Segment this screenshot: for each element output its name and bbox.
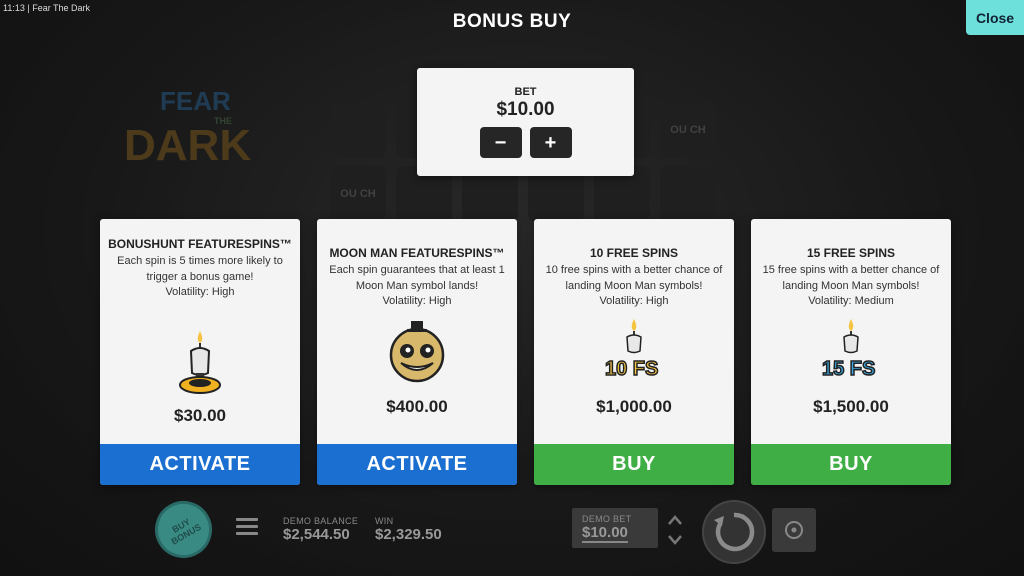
demo-balance-value: $2,544.50 <box>283 526 350 543</box>
bottom-bar: BUY BONUS DEMO BALANCE $2,544.50 WIN $2,… <box>0 490 1024 576</box>
win-value: $2,329.50 <box>375 526 442 543</box>
bet-controls: − + <box>417 127 634 158</box>
win-label: WIN <box>375 516 394 526</box>
card-price: $1,500.00 <box>813 397 889 416</box>
buy-button[interactable]: BUY <box>751 444 951 485</box>
demo-balance-label: DEMO BALANCE <box>283 516 359 526</box>
demo-bet[interactable]: DEMO BET $10.00 <box>572 508 658 548</box>
moon-man-icon <box>317 319 517 385</box>
card-price: $1,000.00 <box>596 397 672 416</box>
bet-label: BET <box>514 86 537 98</box>
demo-balance: DEMO BALANCE $2,544.50 <box>283 516 358 543</box>
spin-button[interactable] <box>702 500 766 564</box>
svg-text:10 FS: 10 FS <box>605 358 658 380</box>
chevron-up-down-icon <box>668 515 682 545</box>
card-price: $30.00 <box>174 406 226 425</box>
10fs-icon: 10 FS <box>534 317 734 381</box>
close-button[interactable]: Close <box>966 0 1024 35</box>
bonus-card-moon-man: MOON MAN FEATURESPINS™ Each spin guarant… <box>317 219 517 485</box>
card-title: 10 FREE SPINS <box>589 246 679 260</box>
demo-bet-label: DEMO BET <box>582 514 632 524</box>
card-volatility: Volatility: High <box>382 295 452 307</box>
card-price: $400.00 <box>386 397 448 416</box>
bet-panel: BET $10.00 − + <box>417 68 634 176</box>
activate-button[interactable]: ACTIVATE <box>317 444 517 485</box>
bet-value: $10.00 <box>496 99 555 120</box>
candle-icon <box>100 329 300 395</box>
demo-bet-value: $10.00 <box>582 524 628 543</box>
bonus-cards: BONUSHUNT FEATURESPINS™ Each spin is 5 t… <box>100 219 951 485</box>
bet-decrease-button[interactable]: − <box>479 127 522 158</box>
card-description: 10 free spins with a better chance of la… <box>545 264 723 292</box>
card-title: 15 FREE SPINS <box>806 246 896 260</box>
bet-arrows[interactable] <box>666 512 684 548</box>
buy-bonus-button[interactable]: BUY BONUS <box>144 490 223 569</box>
bonus-card-15-free-spins: 15 FREE SPINS 15 free spins with a bette… <box>751 219 951 485</box>
card-volatility: Volatility: High <box>599 295 669 307</box>
card-description: Each spin guarantees that at least 1 Moo… <box>329 264 505 292</box>
bonus-card-10-free-spins: 10 FREE SPINS 10 free spins with a bette… <box>534 219 734 485</box>
activate-button[interactable]: ACTIVATE <box>100 444 300 485</box>
card-description: Each spin is 5 times more likely to trig… <box>117 255 283 283</box>
card-title: BONUSHUNT FEATURESPINS™ <box>108 237 292 251</box>
buy-button[interactable]: BUY <box>534 444 734 485</box>
svg-text:15 FS: 15 FS <box>822 358 875 380</box>
autoplay-icon <box>785 521 803 539</box>
card-description: 15 free spins with a better chance of la… <box>762 264 940 292</box>
page-title: BONUS BUY <box>452 11 572 32</box>
card-volatility: Volatility: Medium <box>808 295 894 307</box>
autoplay-button[interactable] <box>772 508 816 552</box>
menu-icon[interactable] <box>236 518 258 536</box>
15fs-icon: 15 FS <box>751 317 951 381</box>
bonus-card-bonushunt: BONUSHUNT FEATURESPINS™ Each spin is 5 t… <box>100 219 300 485</box>
card-title: MOON MAN FEATURESPINS™ <box>329 246 505 260</box>
card-volatility: Volatility: High <box>165 286 235 298</box>
spin-arrows-icon <box>714 512 755 552</box>
bet-increase-button[interactable]: + <box>529 127 572 158</box>
win: WIN $2,329.50 <box>375 516 442 543</box>
